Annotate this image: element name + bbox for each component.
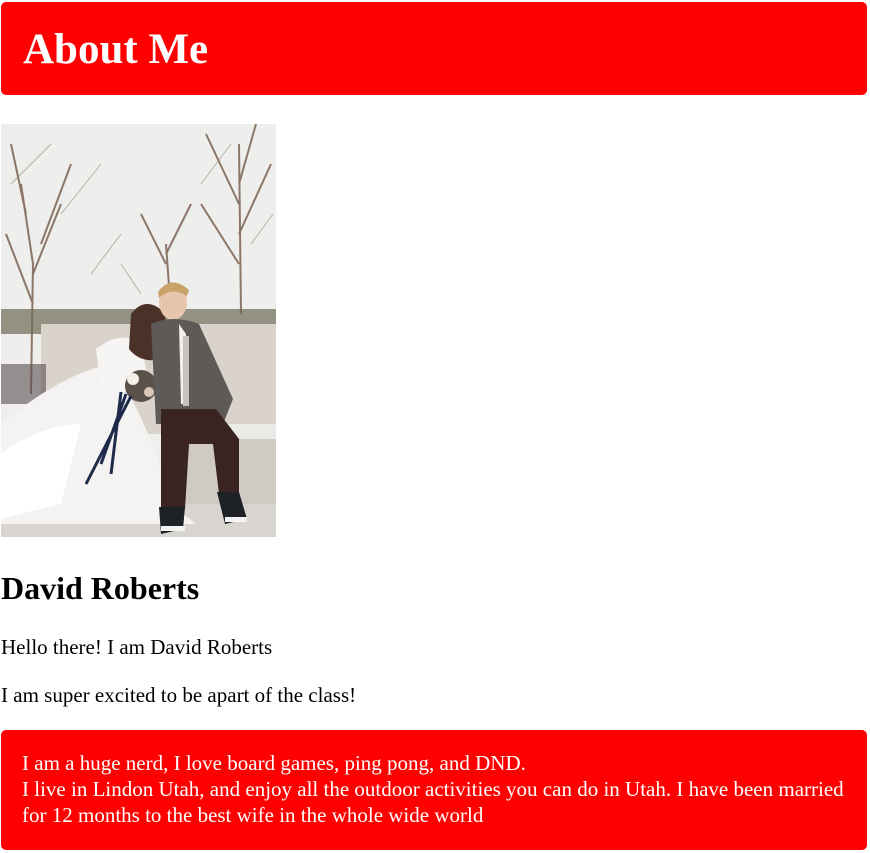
bio-text: I live in Lindon Utah, and enjoy all the… <box>22 777 844 827</box>
about-details-box: I am a huge nerd, I love board games, pi… <box>1 730 867 850</box>
profile-photo <box>1 124 276 537</box>
page-title: About Me <box>23 26 209 73</box>
profile-name: David Roberts <box>1 570 200 606</box>
hobbies-text: I am a huge nerd, I love board games, pi… <box>22 751 526 775</box>
header-banner: About Me <box>1 2 867 95</box>
excited-text: I am super excited to be apart of the cl… <box>1 683 357 707</box>
greeting-text: Hello there! I am David Roberts <box>1 635 273 659</box>
